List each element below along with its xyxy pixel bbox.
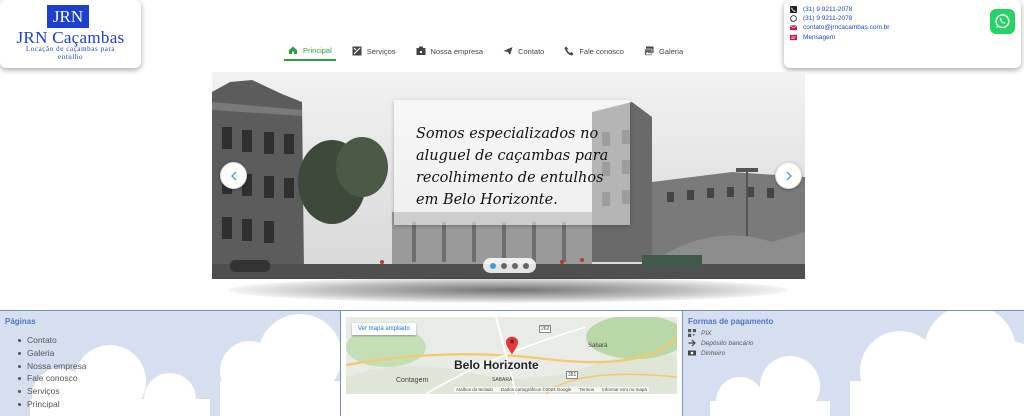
nav-item-principal[interactable]: Principal [284,41,336,61]
map-report-link[interactable]: Informar erro no mapa [602,387,647,392]
nav-item-contato[interactable]: Contato [499,41,548,61]
nav-label: Principal [303,45,332,55]
whatsapp-button[interactable] [990,9,1015,34]
pages-link[interactable]: Serviços [18,386,87,399]
nav-item-nossa-empresa[interactable]: Nossa empresa [412,41,488,61]
pages-title: Páginas [5,317,36,326]
map-attribution: Atalhos do teclado Dados cartográficos ©… [454,387,649,392]
pages-link[interactable]: Galeria [18,348,87,361]
contact-whatsapp-text: (31) 9 9211-2078 [803,15,853,22]
building-icon [416,46,426,55]
map-data-credit: Dados cartográficos ©2024 Google [501,387,572,392]
cash-icon [688,350,696,356]
chevron-left-icon [230,171,236,180]
paper-plane-icon [503,47,513,55]
prev-slide-button[interactable] [220,162,247,189]
chevron-right-icon [786,171,792,180]
payments-title: Formas de pagamento [688,317,774,326]
main-nav: Principal Serviços Nossa empresa Contato… [284,41,687,61]
nav-item-galeria[interactable]: Galeria [640,41,687,61]
caption-box: Somos especializados no aluguel de caçam… [394,100,630,225]
payment-label: Depósito bancário [701,339,754,347]
hero-shadow [228,277,788,303]
contact-message[interactable]: Mensagem [790,34,835,41]
slide-dot-4[interactable] [523,262,529,269]
home-icon [289,46,297,54]
message-icon [790,34,797,41]
payment-deposit: Depósito bancário [688,339,753,347]
contact-phone[interactable]: (31) 9 9211-2078 [790,6,852,13]
nav-label: Nossa empresa [430,46,484,56]
nav-label: Galeria [658,46,684,56]
map-label-sabara-caps: SABARÁ [492,377,513,383]
whatsapp-icon [995,14,1010,29]
next-slide-button[interactable] [775,162,802,189]
pages-link[interactable]: Nossa empresa [18,361,87,374]
nav-label: Fale conosco [579,46,624,56]
qr-icon [688,329,696,337]
logo-card[interactable]: JRN JRN Caçambas Locação de caçambas par… [0,0,141,68]
logo-mark: JRN [47,5,89,28]
pages-link[interactable]: Principal [18,399,87,412]
images-icon [644,46,654,56]
brand-tagline: Locação de caçambas para entulho [25,45,116,61]
hero-caption: Somos especializados no aluguel de caçam… [416,126,609,208]
pages-link[interactable]: Fale conosco [18,373,87,386]
slide-dot-3[interactable] [512,262,518,269]
payment-pix: PIX [688,329,711,337]
contact-email[interactable]: contato@jrncacambas.com.br [790,24,889,31]
contact-whatsapp[interactable]: (31) 9 9211-2078 [790,15,852,22]
arrow-right-icon [688,339,696,347]
nav-item-fale-conosco[interactable]: Fale conosco [560,41,628,61]
nav-label: Serviços [366,46,396,56]
map-label-sabara: Sabará [588,343,608,349]
nav-item-servicos[interactable]: Serviços [348,41,400,61]
footer: Páginas Contato Galeria Nossa empresa Fa… [0,310,1024,416]
map-route-262: 262 [539,325,552,333]
payment-label: Dinheiro [701,349,726,357]
map-shortcuts-link[interactable]: Atalhos do teclado [456,387,493,392]
map-enlarge-button[interactable]: Ver mapa ampliado [352,323,416,335]
pages-link[interactable]: Contato [18,335,87,348]
tools-icon [352,46,362,56]
map-label-contagem: Contagem [396,377,429,384]
slide-dot-2[interactable] [501,262,507,269]
contact-card: (31) 9 9211-2078 (31) 9 9211-2078 contat… [784,0,1021,68]
hero-slider[interactable]: Somos especializados no aluguel de caçam… [212,72,805,279]
footer-pages-column: Páginas Contato Galeria Nossa empresa Fa… [0,311,341,416]
phone-icon [564,46,574,56]
contact-phone-text: (31) 9 9211-2078 [803,6,853,13]
email-icon [790,25,797,31]
phone-square-icon [790,6,797,13]
contact-email-text: contato@jrncacambas.com.br [803,24,890,31]
contact-message-text: Mensagem [803,34,836,41]
footer-payments-column: Formas de pagamento PIX Depósito bancári… [683,311,1024,416]
payment-cash: Dinheiro [688,349,725,357]
map-embed[interactable]: Ver mapa ampliado Belo Horizonte Contage… [346,317,677,394]
map-city-label: Belo Horizonte [454,358,539,372]
nav-label: Contato [518,46,545,56]
whatsapp-icon [790,15,797,22]
payment-label: PIX [701,329,712,337]
pages-list: Contato Galeria Nossa empresa Fale conos… [18,335,87,412]
map-terms-link[interactable]: Termos [579,387,594,392]
slide-indicators [483,258,536,273]
map-route-381: 381 [566,371,579,379]
slide-dot-1[interactable] [490,262,496,269]
footer-map-column: Ver mapa ampliado Belo Horizonte Contage… [341,311,683,416]
